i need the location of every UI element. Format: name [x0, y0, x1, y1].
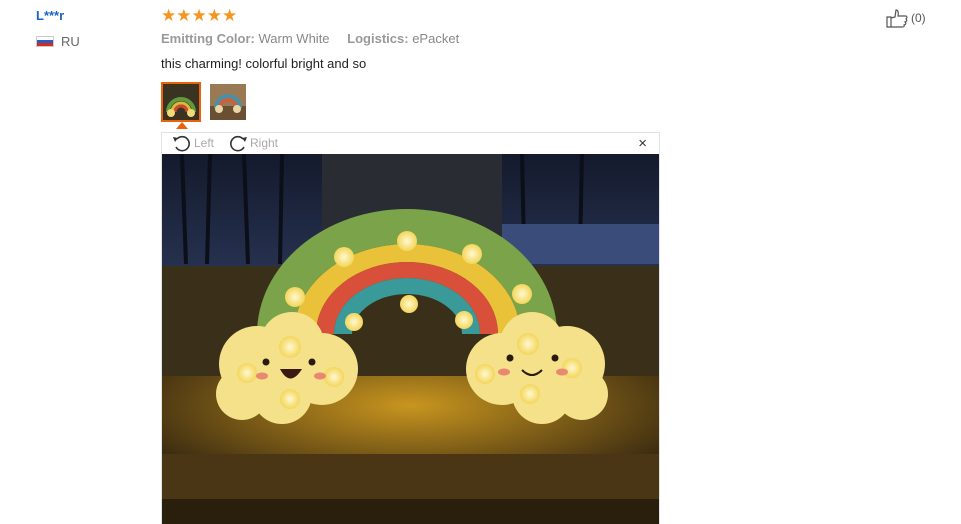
star-icon: ★ [176, 6, 192, 25]
close-icon[interactable]: × [638, 135, 647, 152]
star-icon: ★ [206, 6, 222, 25]
review-photo-thumbnail[interactable] [208, 82, 248, 122]
star-icon: ★ [191, 6, 207, 25]
review-photo-thumbnail[interactable] [161, 82, 201, 122]
rotate-right-icon [230, 135, 247, 152]
country-code: RU [61, 34, 80, 49]
reviewer-name[interactable]: L***r [36, 8, 64, 23]
helpful-like-button[interactable]: (0) [885, 8, 926, 28]
review-photo [162, 154, 659, 524]
photo-viewer: Left Right × [161, 132, 660, 524]
russia-flag-icon [36, 36, 54, 47]
rotate-right-label: Right [250, 136, 279, 150]
attribute-value: Warm White [258, 31, 330, 46]
thumbs-up-icon [886, 9, 908, 28]
attribute-label: Logistics: [347, 31, 409, 46]
rotate-left-icon [173, 135, 190, 152]
viewer-toolbar: Left Right × [162, 133, 659, 154]
star-icon: ★ [222, 6, 238, 25]
rotate-right-button[interactable]: Right [228, 134, 278, 152]
attribute-label: Emitting Color: [161, 31, 255, 46]
review-text: this charming! colorful bright and so [161, 56, 367, 71]
attribute-value: ePacket [412, 31, 460, 46]
rotate-left-label: Left [194, 136, 215, 150]
thumbnail-pointer [176, 122, 188, 129]
reviewer-country: RU [36, 34, 80, 49]
review-photo-thumbnails [161, 82, 255, 122]
product-attributes: Emitting Color: Warm White Logistics: eP… [161, 31, 473, 46]
star-rating: ★ ★ ★ ★ ★ [161, 7, 237, 25]
like-count: (0) [911, 11, 926, 25]
star-icon: ★ [161, 6, 177, 25]
rotate-left-button[interactable]: Left [172, 134, 214, 152]
